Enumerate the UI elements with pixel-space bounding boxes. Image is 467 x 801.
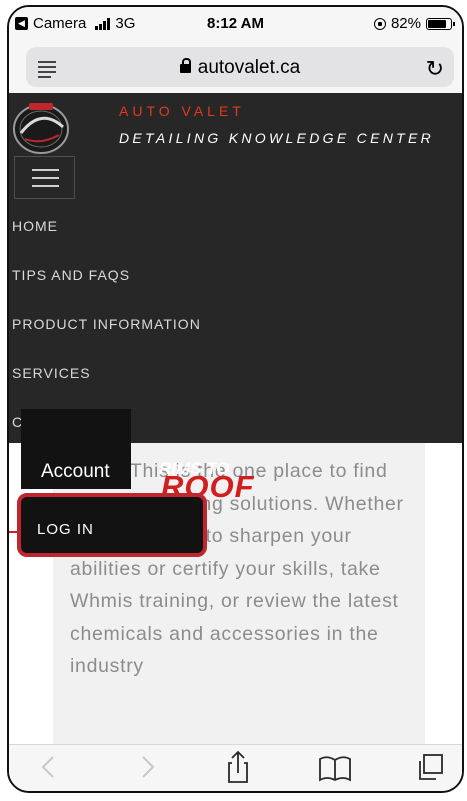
account-label: Account	[41, 461, 110, 482]
nav-item-services[interactable]: SERVICES	[9, 350, 462, 399]
tabs-icon[interactable]	[414, 749, 446, 785]
address-field[interactable]: autovalet.ca ↻	[26, 47, 454, 87]
brand-tagline: DETAILING KNOWLEDGE CENTER	[119, 130, 435, 146]
site-header: AUTO VALET DETAILING KNOWLEDGE CENTER HO…	[9, 93, 462, 443]
reload-icon[interactable]: ↻	[426, 56, 444, 82]
phone-screen: ◀ Camera 3G 8:12 AM 82% autovalet.ca ↻ A…	[7, 5, 464, 793]
auto-valet-logo[interactable]	[11, 99, 71, 155]
bookmarks-icon[interactable]	[317, 749, 353, 785]
share-icon[interactable]	[224, 749, 252, 785]
url-display[interactable]: autovalet.ca	[26, 57, 454, 79]
menu-toggle-button[interactable]	[14, 156, 75, 199]
battery-percent: 82%	[390, 15, 421, 32]
nav-item-product-information[interactable]: PRODUCT INFORMATION	[9, 301, 462, 350]
account-menu[interactable]: Account	[21, 409, 131, 489]
browser-toolbar	[9, 744, 462, 791]
callout-line	[9, 531, 17, 533]
login-dropdown: LOG IN	[17, 493, 207, 557]
status-bar: ◀ Camera 3G 8:12 AM 82%	[9, 7, 462, 41]
battery-icon	[426, 17, 455, 30]
back-icon[interactable]	[37, 749, 61, 785]
status-right: 82%	[373, 15, 455, 32]
lock-icon	[179, 58, 191, 73]
browser-url-bar: autovalet.ca ↻	[9, 41, 462, 93]
forward-icon[interactable]	[135, 749, 159, 785]
battery-fill	[428, 19, 446, 28]
nav-item-tips-and-faqs[interactable]: TIPS AND FAQS	[9, 252, 462, 301]
url-text: autovalet.ca	[197, 57, 301, 78]
nav-item-home[interactable]: HOME	[9, 203, 462, 252]
rotation-lock-icon	[373, 17, 386, 30]
login-link[interactable]: LOG IN	[37, 521, 94, 538]
brand-name: AUTO VALET	[119, 103, 245, 119]
